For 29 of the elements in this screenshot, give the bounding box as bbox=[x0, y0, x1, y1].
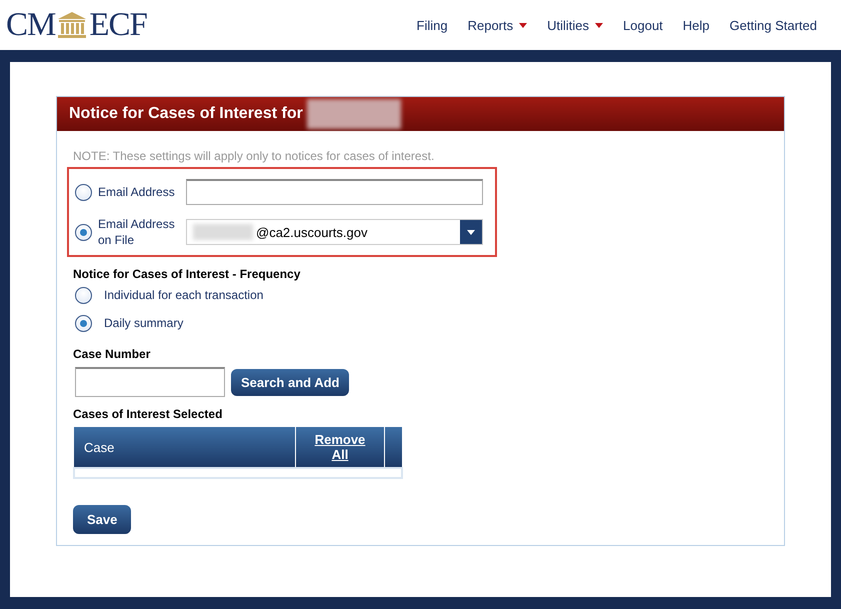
option-label: Email Address on File bbox=[97, 216, 176, 248]
nav-link[interactable]: Logout bbox=[623, 18, 663, 32]
email-field[interactable] bbox=[186, 179, 483, 205]
option-label: Individual for each transaction bbox=[104, 288, 264, 302]
search-and-add-button[interactable]: Search and Add bbox=[231, 368, 350, 396]
radio-button[interactable] bbox=[75, 314, 92, 332]
section-heading: Cases of Interest Selected bbox=[73, 407, 224, 421]
option-label: Email Address bbox=[97, 184, 176, 200]
note-text: NOTE: These settings will apply only to notices for cases of interest. bbox=[73, 149, 436, 163]
nav-link[interactable]: Filing bbox=[416, 18, 448, 32]
logo-text: ECF bbox=[89, 6, 147, 44]
option-label: Daily summary bbox=[104, 316, 184, 330]
email-dropdown[interactable]: @ca2.uscourts.gov bbox=[186, 219, 483, 245]
case-number-field[interactable] bbox=[75, 367, 225, 397]
radio-button[interactable] bbox=[75, 224, 92, 240]
nav-link[interactable]: Help bbox=[682, 18, 710, 32]
section-heading: Notice for Cases of Interest - Frequency bbox=[73, 267, 302, 281]
courthouse-icon bbox=[56, 11, 88, 39]
nav-link[interactable]: Getting Started bbox=[730, 18, 817, 32]
nav-link[interactable]: Utilities bbox=[547, 18, 604, 32]
radio-button[interactable] bbox=[75, 286, 92, 304]
panel-title: Notice for Cases of Interest for bbox=[69, 105, 303, 123]
column-header: Case bbox=[74, 427, 296, 468]
save-button[interactable]: Save bbox=[73, 505, 132, 534]
logo-text: CM bbox=[6, 6, 56, 44]
caret-icon bbox=[467, 230, 475, 234]
nav-link[interactable]: Reports bbox=[468, 18, 528, 32]
radio-button[interactable] bbox=[75, 184, 92, 200]
field-label: Case Number bbox=[73, 347, 152, 361]
